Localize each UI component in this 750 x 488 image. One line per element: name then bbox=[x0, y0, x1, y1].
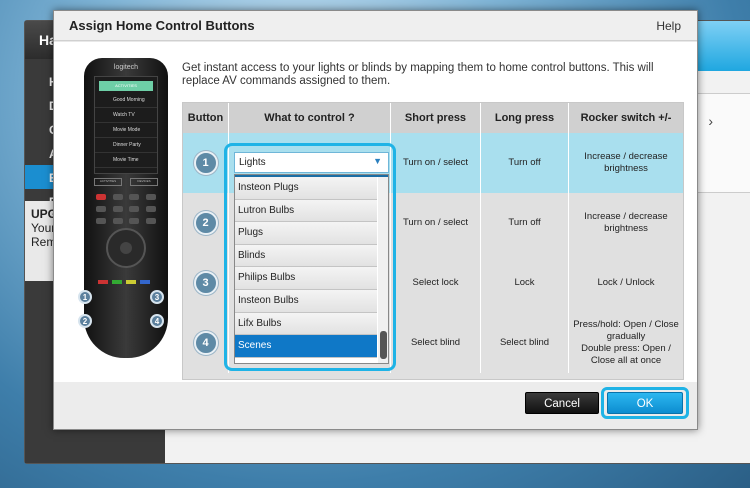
remote-color-buttons bbox=[98, 280, 150, 284]
dropdown-option[interactable]: Philips Bulbs bbox=[235, 267, 377, 290]
long-press-cell: Select blind bbox=[481, 313, 569, 373]
dropdown-list: Insteon Plugs Lutron Bulbs Plugs Blinds … bbox=[234, 174, 389, 364]
rocker-cell: Lock / Unlock bbox=[597, 277, 655, 288]
background-right-panel bbox=[697, 93, 750, 193]
button-number-badge: 1 bbox=[193, 151, 218, 175]
header-short-press: Short press bbox=[391, 103, 481, 133]
button-number-badge: 3 bbox=[193, 271, 218, 295]
dropdown-option[interactable]: Lutron Bulbs bbox=[235, 199, 377, 223]
remote-illustration: logitech ACTIVITIES Good Morning Watch T… bbox=[78, 58, 168, 358]
remote-screen-header: ACTIVITIES bbox=[99, 81, 153, 91]
remote-screen-item: Movie Time bbox=[95, 153, 157, 168]
rocker-cell: Increase / decrease brightness bbox=[584, 151, 668, 174]
upgrade-line: Your bbox=[31, 221, 56, 235]
long-press-cell: Lock bbox=[481, 253, 569, 313]
dropdown-option[interactable]: Insteon Plugs bbox=[235, 177, 377, 200]
short-press-cell: Select blind bbox=[391, 313, 481, 373]
dropdown-option-selected[interactable]: Scenes bbox=[235, 335, 377, 358]
button-number-badge: 4 bbox=[193, 331, 218, 355]
dialog-header: Assign Home Control Buttons Help bbox=[54, 11, 697, 41]
header-rocker-switch: Rocker switch +/- bbox=[569, 103, 683, 133]
long-press-cell: Turn off bbox=[481, 133, 569, 193]
home-button-badge-2: 2 bbox=[78, 314, 92, 328]
home-button-badge-1: 1 bbox=[78, 290, 92, 304]
home-button-badge-4: 4 bbox=[150, 314, 164, 328]
remote-brand-logo: logitech bbox=[113, 64, 139, 71]
remote-buttons bbox=[96, 194, 156, 230]
remote-tab: DEVICES bbox=[130, 178, 158, 186]
dialog-title: Assign Home Control Buttons bbox=[69, 18, 255, 33]
ok-button[interactable]: OK bbox=[607, 392, 683, 414]
long-press-cell: Turn off bbox=[481, 193, 569, 253]
rocker-cell: Increase / decrease brightness bbox=[584, 211, 668, 234]
assign-home-control-dialog: Assign Home Control Buttons Help logitec… bbox=[53, 10, 698, 430]
dropdown-scrollbar[interactable] bbox=[378, 177, 388, 363]
remote-tabs: ACTIVITIES DEVICES bbox=[94, 178, 158, 188]
remote-screen: ACTIVITIES Good Morning Watch TV Movie M… bbox=[94, 76, 158, 174]
header-long-press: Long press bbox=[481, 103, 569, 133]
header-button: Button bbox=[183, 103, 229, 133]
button-number-badge: 2 bbox=[193, 211, 218, 235]
scrollbar-thumb[interactable] bbox=[380, 331, 387, 359]
home-button-badge-3: 3 bbox=[150, 290, 164, 304]
short-press-cell: Turn on / select bbox=[391, 133, 481, 193]
remote-screen-item: Watch TV bbox=[95, 108, 157, 123]
dropdown-option[interactable]: Lifx Bulbs bbox=[235, 312, 377, 336]
dropdown-option[interactable]: Blinds bbox=[235, 244, 377, 268]
short-press-cell: Turn on / select bbox=[391, 193, 481, 253]
cancel-button[interactable]: Cancel bbox=[525, 392, 599, 414]
background-header-accent bbox=[697, 21, 750, 71]
what-to-control-select[interactable]: Lights ▼ bbox=[234, 152, 389, 173]
help-link[interactable]: Help bbox=[656, 19, 681, 33]
remote-tab: ACTIVITIES bbox=[94, 178, 122, 186]
dialog-description: Get instant access to your lights or bli… bbox=[182, 62, 654, 87]
short-press-cell: Select lock bbox=[391, 253, 481, 313]
remote-screen-item: Good Morning bbox=[95, 93, 157, 108]
remote-dpad bbox=[106, 228, 146, 268]
remote-screen-item: Dinner Party bbox=[95, 138, 157, 153]
dropdown-option[interactable]: Plugs bbox=[235, 222, 377, 245]
rocker-cell: Press/hold: Open / Close gradually Doubl… bbox=[573, 319, 679, 366]
chevron-down-icon[interactable]: ▼ bbox=[373, 156, 382, 166]
select-value: Lights bbox=[239, 157, 266, 168]
chevron-right-icon[interactable]: › bbox=[708, 113, 713, 129]
dropdown-option[interactable]: Insteon Bulbs bbox=[235, 289, 377, 313]
remote-screen-item: Movie Mode bbox=[95, 123, 157, 138]
header-what-to-control: What to control ? bbox=[229, 103, 391, 133]
